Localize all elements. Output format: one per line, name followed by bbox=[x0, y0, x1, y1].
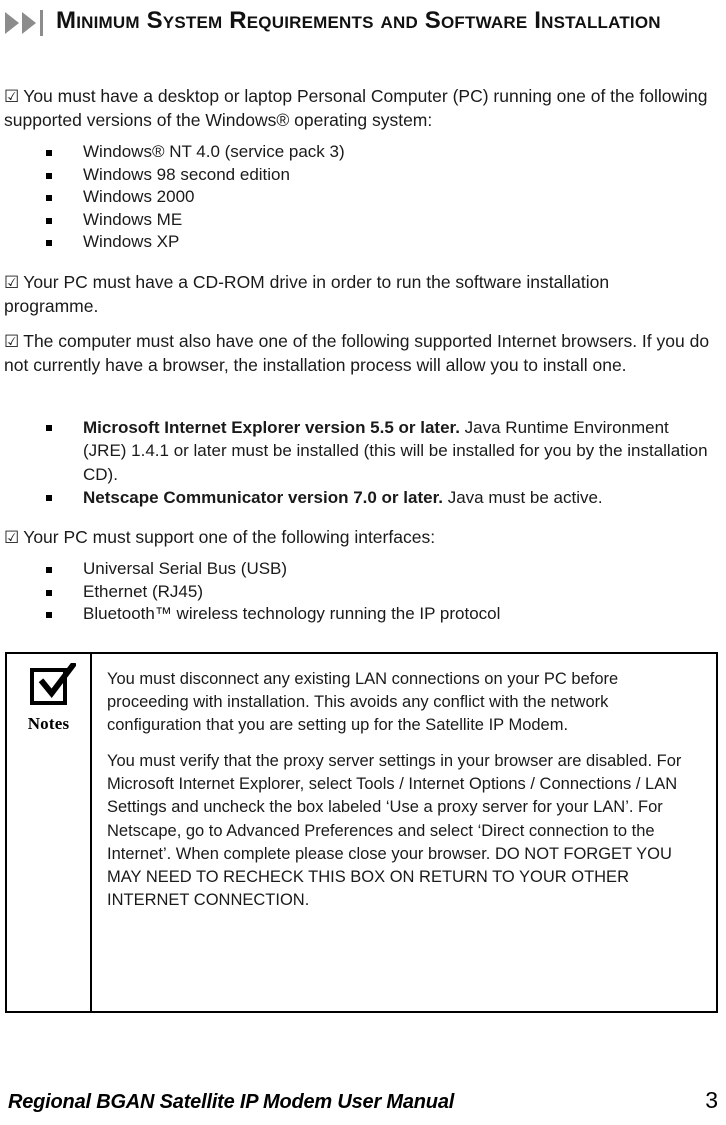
paragraph-os-intro-text: You must have a desktop or laptop Person… bbox=[4, 86, 708, 131]
page-title: Minimum System Requirements and Software… bbox=[56, 7, 661, 34]
square-bullet-icon bbox=[46, 589, 52, 596]
footer-title: Regional BGAN Satellite IP Modem User Ma… bbox=[8, 1091, 455, 1113]
list-item: Ethernet (RJ45) bbox=[40, 581, 660, 604]
notes-box: Notes You must disconnect any existing L… bbox=[5, 652, 718, 1013]
checkbox-icon: ☑ bbox=[4, 332, 20, 351]
checkbox-icon: ☑ bbox=[4, 87, 20, 106]
list-item-label-strong: Netscape Communicator version 7.0 or lat… bbox=[83, 488, 443, 508]
list-item: Netscape Communicator version 7.0 or lat… bbox=[40, 486, 712, 509]
square-bullet-icon bbox=[46, 240, 52, 247]
os-list: Windows® NT 4.0 (service pack 3) Windows… bbox=[40, 141, 660, 254]
list-item-label: Windows XP bbox=[83, 232, 180, 252]
page-footer: Regional BGAN Satellite IP Modem User Ma… bbox=[8, 1087, 718, 1114]
list-item: Windows 2000 bbox=[40, 186, 660, 209]
checkbox-icon: ☑ bbox=[4, 528, 20, 547]
page-heading: Minimum System Requirements and Software… bbox=[0, 6, 726, 38]
square-bullet-icon bbox=[46, 612, 52, 619]
notes-paragraph: You must verify that the proxy server se… bbox=[107, 752, 682, 909]
arrow-end-bar bbox=[40, 10, 43, 36]
paragraph-browsers-intro-text: The computer must also have one of the f… bbox=[4, 331, 710, 376]
list-item: Windows 98 second edition bbox=[40, 164, 660, 187]
paragraph-browsers-intro: ☑ The computer must also have one of the … bbox=[4, 329, 724, 378]
square-bullet-icon bbox=[46, 217, 52, 224]
list-item-label-strong: Microsoft Internet Explorer version 5.5 … bbox=[83, 418, 460, 437]
list-item-label: Windows 98 second edition bbox=[83, 164, 290, 184]
list-item: Windows XP bbox=[40, 231, 660, 254]
list-item: Bluetooth™ wireless technology running t… bbox=[40, 603, 660, 626]
list-item: Windows ME bbox=[40, 209, 660, 232]
square-bullet-icon bbox=[46, 425, 52, 431]
list-item-label: Ethernet (RJ45) bbox=[83, 581, 203, 601]
paragraph-cdrom-text: Your PC must have a CD-ROM drive in orde… bbox=[4, 272, 610, 317]
browser-list: Microsoft Internet Explorer version 5.5 … bbox=[40, 416, 712, 510]
checkmark-glyph bbox=[38, 663, 76, 698]
list-item-label: Windows ME bbox=[83, 209, 183, 229]
square-bullet-icon bbox=[46, 567, 52, 573]
paragraph-os-intro: ☑ You must have a desktop or laptop Perso… bbox=[4, 84, 716, 133]
square-bullet-icon bbox=[46, 195, 52, 202]
list-item-label: Windows® NT 4.0 (service pack 3) bbox=[83, 142, 345, 161]
list-item: Windows® NT 4.0 (service pack 3) bbox=[40, 141, 660, 164]
square-bullet-icon bbox=[46, 172, 52, 179]
interface-list: Universal Serial Bus (USB) Ethernet (RJ4… bbox=[40, 558, 660, 626]
list-item-label: Universal Serial Bus (USB) bbox=[83, 559, 288, 578]
checked-box-icon bbox=[30, 663, 76, 705]
arrow-triangle-second bbox=[22, 12, 36, 34]
paragraph-cdrom: ☑ Your PC must have a CD-ROM drive in ord… bbox=[4, 270, 704, 319]
notes-label: Notes bbox=[27, 714, 70, 733]
square-bullet-icon bbox=[46, 495, 52, 502]
notes-label-cell: Notes bbox=[7, 654, 92, 1011]
double-right-arrow-icon bbox=[0, 8, 56, 38]
list-item: Microsoft Internet Explorer version 5.5 … bbox=[40, 416, 712, 486]
square-bullet-icon bbox=[46, 150, 52, 156]
paragraph-interfaces-intro-text: Your PC must support one of the followin… bbox=[23, 527, 436, 547]
list-item-label: Java must be active. bbox=[442, 488, 603, 508]
list-item-label: Bluetooth™ wireless technology running t… bbox=[83, 604, 501, 624]
paragraph-interfaces-intro: ☑ Your PC must support one of the followi… bbox=[4, 525, 704, 549]
arrow-triangle-first bbox=[5, 12, 19, 34]
notes-paragraph: You must disconnect any existing LAN con… bbox=[107, 670, 619, 735]
checkbox-icon: ☑ bbox=[4, 273, 20, 292]
list-item: Universal Serial Bus (USB) bbox=[40, 558, 660, 581]
footer-page-number: 3 bbox=[705, 1087, 718, 1113]
list-item-label: Windows 2000 bbox=[83, 187, 195, 207]
document-page: Minimum System Requirements and Software… bbox=[0, 0, 726, 1125]
notes-body-cell: You must disconnect any existing LAN con… bbox=[92, 654, 716, 1011]
